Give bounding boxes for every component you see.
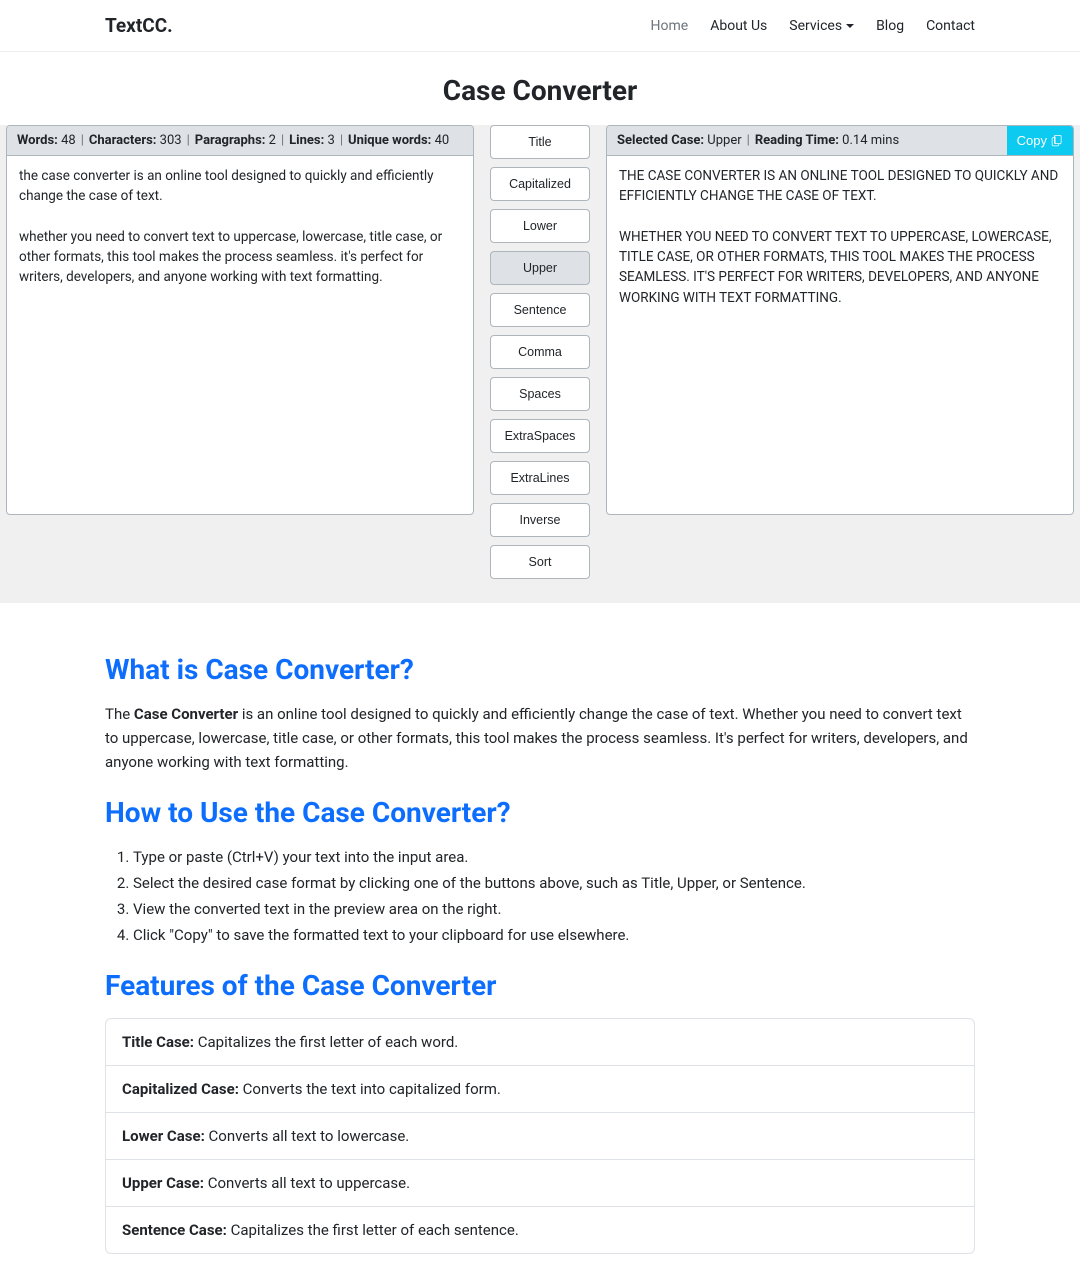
- input-panel: Words: 48 | Characters: 303 | Paragraphs…: [6, 125, 474, 515]
- chars-label: Characters:: [89, 133, 157, 148]
- nav-home[interactable]: Home: [651, 18, 689, 34]
- brand-logo[interactable]: TextCC.: [105, 14, 173, 37]
- paras-label: Paragraphs:: [195, 133, 266, 148]
- how-to-list: Type or paste (Ctrl+V) your text into th…: [105, 845, 975, 947]
- what-is-paragraph: The Case Converter is an online tool des…: [105, 702, 975, 774]
- features-list: Title Case: Capitalizes the first letter…: [105, 1018, 975, 1254]
- reading-time-value: 0.14 mins: [842, 133, 899, 148]
- output-text: THE CASE CONVERTER IS AN ONLINE TOOL DES…: [607, 156, 1073, 318]
- copy-icon: [1051, 135, 1063, 147]
- reading-time-label: Reading Time:: [755, 133, 839, 148]
- features-heading: Features of the Case Converter: [105, 969, 975, 1002]
- navbar: TextCC. Home About Us Services Blog Cont…: [0, 0, 1080, 52]
- how-to-step: Type or paste (Ctrl+V) your text into th…: [133, 845, 975, 869]
- extralines-case-button[interactable]: ExtraLines: [490, 461, 590, 495]
- how-to-step: View the converted text in the preview a…: [133, 897, 975, 921]
- nav-services[interactable]: Services: [789, 18, 854, 34]
- extraspaces-case-button[interactable]: ExtraSpaces: [490, 419, 590, 453]
- feature-item: Lower Case: Converts all text to lowerca…: [106, 1113, 974, 1160]
- feature-item: Upper Case: Converts all text to upperca…: [106, 1160, 974, 1207]
- how-to-heading: How to Use the Case Converter?: [105, 796, 975, 829]
- sort-case-button[interactable]: Sort: [490, 545, 590, 579]
- feature-item: Capitalized Case: Converts the text into…: [106, 1066, 974, 1113]
- tool-row: Words: 48 | Characters: 303 | Paragraphs…: [0, 125, 1080, 603]
- selected-case-value: Upper: [707, 133, 741, 148]
- info-section: What is Case Converter? The Case Convert…: [0, 603, 1080, 1284]
- how-to-step: Select the desired case format by clicki…: [133, 871, 975, 895]
- title-case-button[interactable]: Title: [490, 125, 590, 159]
- page-title: Case Converter: [0, 74, 1080, 107]
- feature-item: Title Case: Capitalizes the first letter…: [106, 1019, 974, 1066]
- paras-value: 2: [269, 133, 276, 148]
- lines-label: Lines:: [289, 133, 324, 148]
- how-to-step: Click "Copy" to save the formatted text …: [133, 923, 975, 947]
- copy-button-label: Copy: [1017, 133, 1047, 148]
- lines-value: 3: [328, 133, 335, 148]
- sentence-case-button[interactable]: Sentence: [490, 293, 590, 327]
- upper-case-button[interactable]: Upper: [490, 251, 590, 285]
- lower-case-button[interactable]: Lower: [490, 209, 590, 243]
- words-value: 48: [61, 133, 76, 148]
- capitalized-case-button[interactable]: Capitalized: [490, 167, 590, 201]
- selected-case-label: Selected Case:: [617, 133, 704, 148]
- inverse-case-button[interactable]: Inverse: [490, 503, 590, 537]
- nav-blog[interactable]: Blog: [876, 18, 904, 34]
- input-stats-bar: Words: 48 | Characters: 303 | Paragraphs…: [7, 126, 473, 156]
- nav-about[interactable]: About Us: [710, 18, 767, 34]
- unique-label: Unique words:: [348, 133, 431, 148]
- input-textarea[interactable]: the case converter is an online tool des…: [7, 156, 473, 298]
- comma-case-button[interactable]: Comma: [490, 335, 590, 369]
- copy-button[interactable]: Copy: [1007, 126, 1073, 155]
- unique-value: 40: [435, 133, 450, 148]
- output-stats-bar: Selected Case: Upper | Reading Time: 0.1…: [607, 126, 1073, 156]
- case-button-column: Title Capitalized Lower Upper Sentence C…: [490, 125, 590, 579]
- what-is-heading: What is Case Converter?: [105, 653, 975, 686]
- words-label: Words:: [17, 133, 58, 148]
- feature-item: Sentence Case: Capitalizes the first let…: [106, 1207, 974, 1253]
- nav-links: Home About Us Services Blog Contact: [651, 18, 975, 34]
- spaces-case-button[interactable]: Spaces: [490, 377, 590, 411]
- nav-contact[interactable]: Contact: [926, 18, 975, 34]
- output-panel: Selected Case: Upper | Reading Time: 0.1…: [606, 125, 1074, 515]
- chars-value: 303: [160, 133, 182, 148]
